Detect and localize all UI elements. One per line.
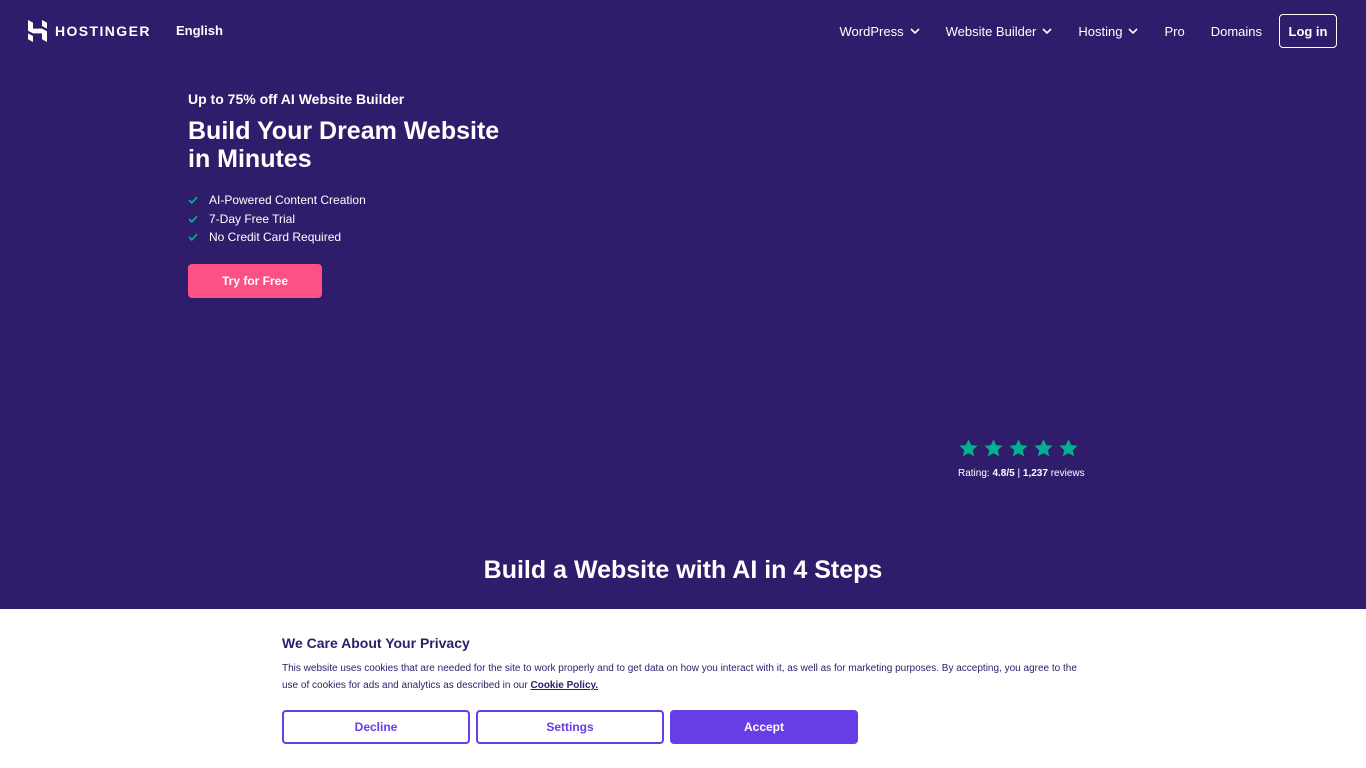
nav-item-label: Website Builder	[945, 23, 1037, 39]
hero-headline: Build Your Dream Website in Minutes	[188, 117, 500, 173]
chevron-down-icon	[910, 28, 920, 34]
nav-item-domains[interactable]: Domains	[1211, 24, 1262, 39]
section-title: Build a Website with AI in 4 Steps	[483, 556, 883, 584]
rating-block: Rating: 4.8/5 | 1,237 reviews	[958, 438, 1088, 479]
logo-text: HOSTINGER	[55, 23, 151, 39]
rating-text: Rating: 4.8/5 | 1,237 reviews	[958, 468, 1088, 479]
language-selector[interactable]: English	[176, 23, 223, 38]
feature-label: No Credit Card Required	[209, 230, 342, 245]
star-rating	[958, 438, 1088, 459]
star-icon	[1009, 439, 1028, 457]
chevron-down-icon	[1042, 28, 1052, 34]
hostinger-logo[interactable]: HOSTINGER	[28, 20, 151, 42]
nav-item-wordpress[interactable]: WordPress	[840, 24, 920, 39]
site-header: HOSTINGER English WordPress Website Buil…	[0, 0, 1366, 62]
feature-label: AI-Powered Content Creation	[209, 193, 366, 208]
star-icon	[1059, 439, 1078, 457]
star-icon	[984, 439, 1003, 457]
rating-label: Rating:	[958, 468, 990, 479]
decline-button[interactable]: Decline	[282, 710, 470, 744]
main-nav: WordPress Website Builder Hosting Pro Do…	[840, 14, 1262, 48]
nav-item-label: Hosting	[1078, 23, 1123, 39]
check-icon	[188, 215, 198, 223]
chevron-down-icon	[1128, 28, 1139, 34]
list-item: No Credit Card Required	[188, 228, 548, 247]
check-icon	[188, 196, 198, 205]
cookie-actions: Decline Settings Accept	[282, 710, 1082, 744]
cookie-policy-link[interactable]: Cookie Policy.	[530, 680, 598, 691]
nav-item-label: Domains	[1210, 23, 1262, 39]
promo-text: Up to 75% off AI Website Builder	[188, 91, 405, 107]
feature-list: AI-Powered Content Creation 7-Day Free T…	[188, 191, 548, 247]
rating-separator: |	[1017, 468, 1021, 479]
try-for-free-button[interactable]: Try for Free	[188, 263, 322, 298]
nav-item-website-builder[interactable]: Website Builder	[946, 24, 1053, 39]
nav-item-hosting[interactable]: Hosting	[1078, 23, 1139, 39]
check-icon	[188, 233, 198, 242]
cookie-banner-title: We Care About Your Privacy	[282, 635, 470, 651]
reviews-count: 1,237	[1022, 468, 1048, 479]
star-icon	[959, 439, 978, 457]
hostinger-logo-icon	[28, 20, 47, 42]
star-icon	[1034, 439, 1053, 457]
list-item: 7-Day Free Trial	[188, 210, 548, 229]
cookie-banner-text: This website uses cookies that are neede…	[282, 660, 1082, 694]
login-button[interactable]: Log in	[1279, 14, 1337, 48]
nav-item-label: Pro	[1164, 23, 1185, 39]
hero-section: Up to 75% off AI Website Builder Build Y…	[188, 90, 548, 298]
accept-button[interactable]: Accept	[670, 710, 858, 744]
nav-item-pro[interactable]: Pro	[1164, 24, 1184, 39]
cookie-banner-content: We Care About Your Privacy This website …	[282, 635, 1082, 744]
cookie-banner-body: This website uses cookies that are neede…	[282, 663, 1077, 691]
nav-item-label: WordPress	[839, 23, 904, 39]
feature-label: 7-Day Free Trial	[209, 211, 296, 226]
list-item: AI-Powered Content Creation	[188, 191, 548, 210]
settings-button[interactable]: Settings	[476, 710, 664, 744]
reviews-label: reviews	[1050, 468, 1085, 479]
rating-score: 4.8/5	[992, 468, 1015, 479]
cookie-banner: We Care About Your Privacy This website …	[0, 609, 1366, 768]
